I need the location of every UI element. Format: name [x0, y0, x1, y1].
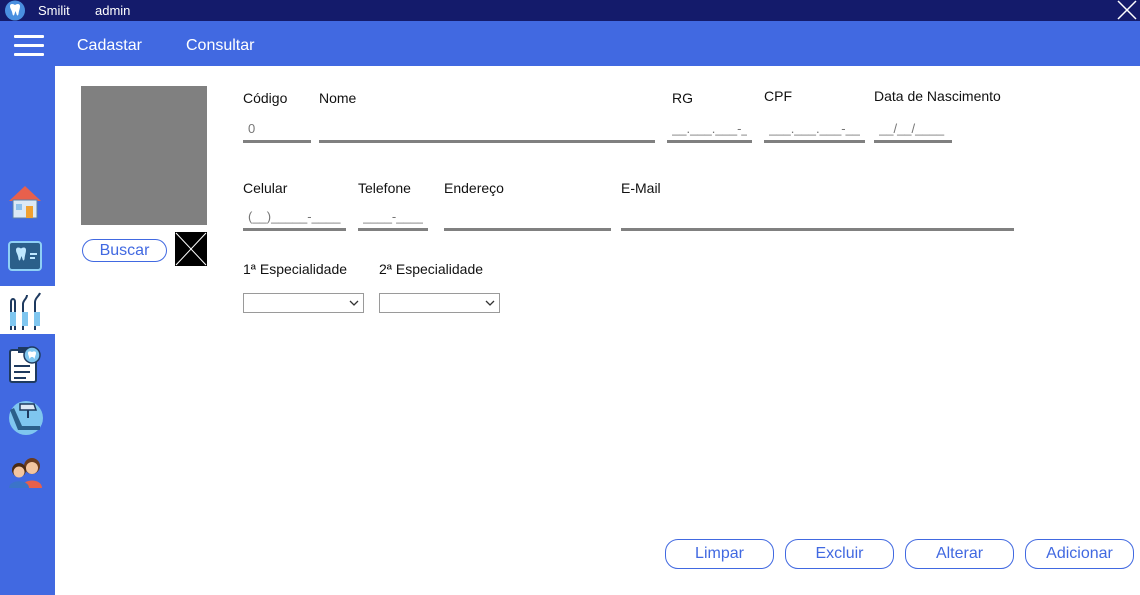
menu-bar: Cadastar Consultar [0, 21, 1140, 66]
sidebar-item-records[interactable] [0, 340, 55, 388]
photo-placeholder [81, 86, 207, 225]
sidebar-item-appointments[interactable] [0, 394, 55, 442]
alterar-button[interactable]: Alterar [905, 539, 1014, 569]
dental-tools-icon [10, 292, 41, 330]
house-icon [9, 186, 41, 219]
rg-field[interactable] [667, 116, 752, 143]
menu-cadastrar[interactable]: Cadastar [77, 37, 142, 55]
menu-consultar[interactable]: Consultar [186, 37, 254, 55]
rg-label: RG [672, 90, 693, 106]
celular-label: Celular [243, 180, 288, 196]
hamburger-icon[interactable] [14, 35, 44, 57]
codigo-field[interactable] [243, 116, 311, 143]
telefone-label: Telefone [358, 180, 411, 196]
codigo-label: Código [243, 90, 288, 106]
close-icon[interactable] [1114, 0, 1138, 21]
buscar-button[interactable]: Buscar [82, 239, 167, 262]
especialidade1-select[interactable] [243, 293, 364, 313]
sidebar-item-home[interactable] [0, 178, 55, 226]
nascimento-field[interactable] [874, 116, 952, 143]
sidebar-item-specialists[interactable] [0, 286, 55, 334]
email-field[interactable] [621, 204, 1014, 231]
nome-label: Nome [319, 90, 357, 106]
especialidade2-select[interactable] [379, 293, 500, 313]
tooth-icon [5, 0, 25, 21]
especialidade1-label: 1ª Especialidade [243, 261, 348, 277]
tooth-xray-icon [8, 241, 42, 271]
nascimento-label: Data de Nascimento [874, 88, 1001, 104]
endereco-field[interactable] [444, 204, 611, 231]
dental-clipboard-icon [9, 346, 41, 383]
excluir-button[interactable]: Excluir [785, 539, 894, 569]
chevron-down-icon [485, 300, 495, 306]
celular-field[interactable] [243, 204, 346, 231]
adicionar-button[interactable]: Adicionar [1025, 539, 1134, 569]
current-user: admin [95, 3, 131, 18]
especialidade2-label: 2ª Especialidade [379, 261, 484, 277]
clear-image-icon[interactable] [175, 232, 207, 266]
sidebar [0, 66, 55, 595]
chevron-down-icon [349, 300, 359, 306]
sidebar-item-patients[interactable] [0, 448, 55, 496]
cpf-field[interactable] [764, 116, 865, 143]
email-label: E-Mail [621, 180, 661, 196]
dental-chair-icon [9, 401, 43, 435]
app-name: Smilit [38, 3, 70, 18]
people-icon [9, 458, 42, 488]
title-bar: Smilit admin [0, 0, 1140, 21]
endereco-label: Endereço [444, 180, 504, 196]
sidebar-item-xray[interactable] [0, 232, 55, 280]
telefone-field[interactable] [358, 204, 428, 231]
cpf-label: CPF [764, 88, 792, 104]
nome-field[interactable] [319, 116, 655, 143]
limpar-button[interactable]: Limpar [665, 539, 774, 569]
